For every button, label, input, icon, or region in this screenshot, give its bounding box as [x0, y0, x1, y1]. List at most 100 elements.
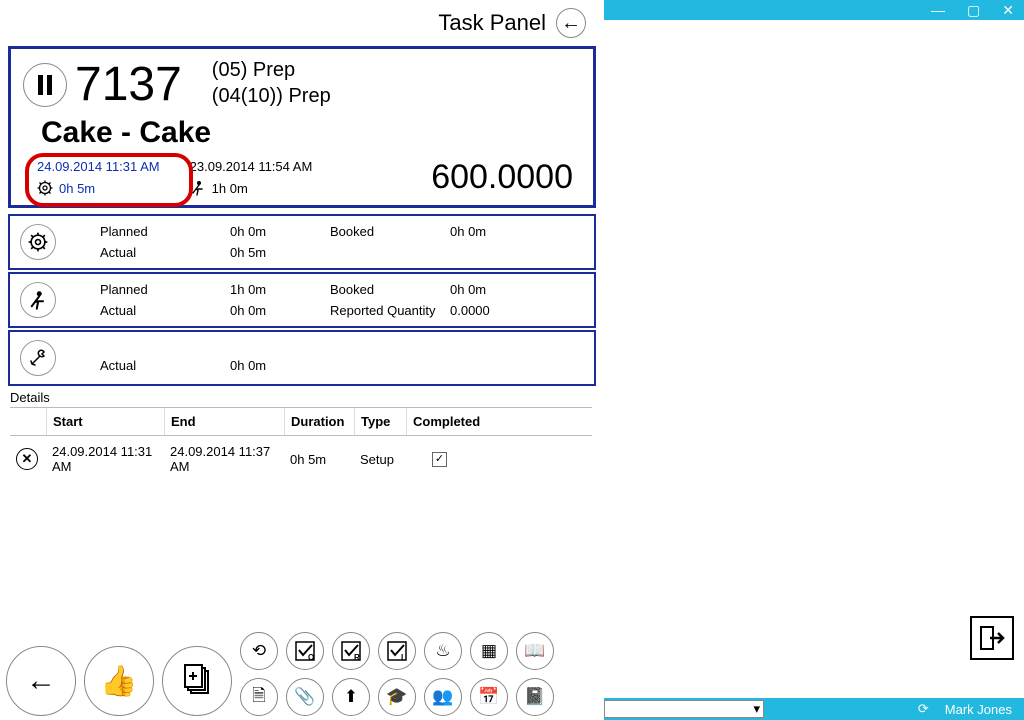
- panel-header: Task Panel ←: [0, 0, 604, 46]
- value-booked: 0h 0m: [450, 282, 550, 297]
- maximize-button[interactable]: ▢: [967, 3, 980, 17]
- notebook-icon: 📓: [524, 687, 545, 707]
- value-booked: 0h 0m: [450, 224, 550, 239]
- value-planned: 0h 0m: [230, 224, 330, 239]
- paperclip-icon: 📎: [294, 687, 315, 707]
- minimize-button[interactable]: —: [931, 3, 945, 17]
- label-booked: Booked: [330, 224, 450, 239]
- run-icon: [28, 290, 48, 310]
- bottom-toolbar: ← 👍 ⟲ 🗎 O 📎 R ⬆ I 🎓 ♨ 👥 ▦ 📅 📖 📓: [6, 632, 554, 716]
- quantity-value: 600.0000: [431, 158, 581, 197]
- gear-icon: [28, 232, 48, 252]
- thumbs-up-button[interactable]: 👍: [84, 646, 154, 716]
- x-icon: ✕: [22, 451, 33, 467]
- calendar-button[interactable]: 📅: [470, 678, 508, 716]
- value-actual: 0h 0m: [230, 358, 330, 376]
- setup-start-date: 24.09.2014 11:31 AM: [37, 159, 160, 174]
- label-planned: Planned: [100, 224, 230, 239]
- attachment-button[interactable]: 📎: [286, 678, 324, 716]
- back-big-button[interactable]: ←: [6, 646, 76, 716]
- upload-button[interactable]: ⬆: [332, 678, 370, 716]
- education-button[interactable]: 🎓: [378, 678, 416, 716]
- document-button[interactable]: 🗎: [240, 678, 278, 716]
- svg-text:R: R: [354, 653, 360, 662]
- exit-icon: [978, 624, 1006, 652]
- back-button[interactable]: ←: [556, 8, 586, 38]
- run-button[interactable]: [20, 282, 56, 318]
- details-title: Details: [10, 390, 594, 405]
- check-o-button[interactable]: O: [286, 632, 324, 670]
- add-document-button[interactable]: [162, 646, 232, 716]
- value-actual: 0h 0m: [230, 303, 330, 318]
- pause-icon: [36, 75, 54, 95]
- setup-section: Planned 0h 0m Booked 0h 0m Actual 0h 5m: [8, 214, 596, 270]
- gear-icon: [37, 180, 53, 196]
- table-row[interactable]: ✕ 24.09.2014 11:31 AM 24.09.2014 11:37 A…: [10, 436, 592, 482]
- run-section: Planned 1h 0m Booked 0h 0m Actual 0h 0m …: [8, 272, 596, 328]
- check-i-button[interactable]: I: [378, 632, 416, 670]
- cell-type: Setup: [354, 448, 406, 471]
- label-planned: Planned: [100, 282, 230, 297]
- book-button[interactable]: 📖: [516, 632, 554, 670]
- prep-info: (05) Prep (04(10)) Prep: [212, 57, 331, 112]
- run-duration: 1h 0m: [212, 181, 248, 196]
- check-icon: ✓: [435, 454, 444, 465]
- page-title: Task Panel: [438, 10, 546, 36]
- run-icon: [190, 180, 206, 196]
- table-header: Start End Duration Type Completed: [10, 407, 592, 436]
- list-button[interactable]: ▦: [470, 632, 508, 670]
- col-completed[interactable]: Completed: [406, 408, 496, 435]
- details-table: Start End Duration Type Completed ✕ 24.0…: [10, 407, 592, 482]
- people-button[interactable]: 👥: [424, 678, 462, 716]
- setup-duration: 0h 5m: [59, 181, 95, 196]
- label-actual: Actual: [100, 358, 230, 376]
- check-i-icon: I: [386, 640, 408, 662]
- tool-button[interactable]: [20, 340, 56, 376]
- setup-button[interactable]: [20, 224, 56, 260]
- steam-button[interactable]: ♨: [424, 632, 462, 670]
- col-end[interactable]: End: [164, 408, 284, 435]
- status-refresh-button[interactable]: ⟳: [908, 701, 939, 717]
- cell-start: 24.09.2014 11:31 AM: [46, 440, 164, 478]
- thumbs-up-icon: 👍: [100, 664, 137, 699]
- current-user: Mark Jones: [939, 702, 1024, 717]
- close-button[interactable]: ✕: [1002, 3, 1014, 17]
- refresh-button[interactable]: ⟲: [240, 632, 278, 670]
- exit-button[interactable]: [970, 616, 1014, 660]
- document-icon: 🗎: [252, 683, 266, 712]
- value-actual: 0h 5m: [230, 245, 330, 260]
- calendar-icon: 📅: [478, 687, 499, 707]
- wrench-icon: [28, 348, 48, 368]
- col-duration[interactable]: Duration: [284, 408, 354, 435]
- job-card: 7137 (05) Prep (04(10)) Prep Cake - Cake…: [8, 46, 596, 208]
- svg-text:O: O: [308, 653, 314, 662]
- book-icon: 📖: [524, 641, 545, 661]
- document-plus-icon: [180, 664, 214, 698]
- value-reported-qty: 0.0000: [450, 303, 550, 318]
- window-titlebar: — ▢ ✕: [604, 0, 1024, 20]
- list-icon: ▦: [481, 641, 497, 661]
- label-actual: Actual: [100, 303, 230, 318]
- col-start[interactable]: Start: [46, 408, 164, 435]
- label-booked: Booked: [330, 282, 450, 297]
- prep-line-1: (05) Prep: [212, 57, 331, 83]
- check-r-button[interactable]: R: [332, 632, 370, 670]
- pause-button[interactable]: [23, 63, 67, 107]
- check-r-icon: R: [340, 640, 362, 662]
- completed-checkbox[interactable]: ✓: [432, 452, 447, 467]
- upload-icon: ⬆: [344, 687, 358, 707]
- cell-duration: 0h 5m: [284, 448, 354, 471]
- svg-text:I: I: [401, 653, 403, 662]
- people-icon: 👥: [432, 687, 453, 707]
- delete-row-button[interactable]: ✕: [16, 448, 38, 470]
- item-name: Cake - Cake: [11, 116, 593, 154]
- tool-section: Actual 0h 0m: [8, 330, 596, 386]
- run-start-date: 23.09.2014 11:54 AM: [190, 159, 313, 174]
- arrow-left-icon: ←: [561, 12, 581, 35]
- status-dropdown[interactable]: ▾: [604, 700, 764, 718]
- refresh-icon: ⟲: [252, 641, 266, 661]
- check-o-icon: O: [294, 640, 316, 662]
- chevron-down-icon: ▾: [753, 701, 760, 717]
- notebook-button[interactable]: 📓: [516, 678, 554, 716]
- col-type[interactable]: Type: [354, 408, 406, 435]
